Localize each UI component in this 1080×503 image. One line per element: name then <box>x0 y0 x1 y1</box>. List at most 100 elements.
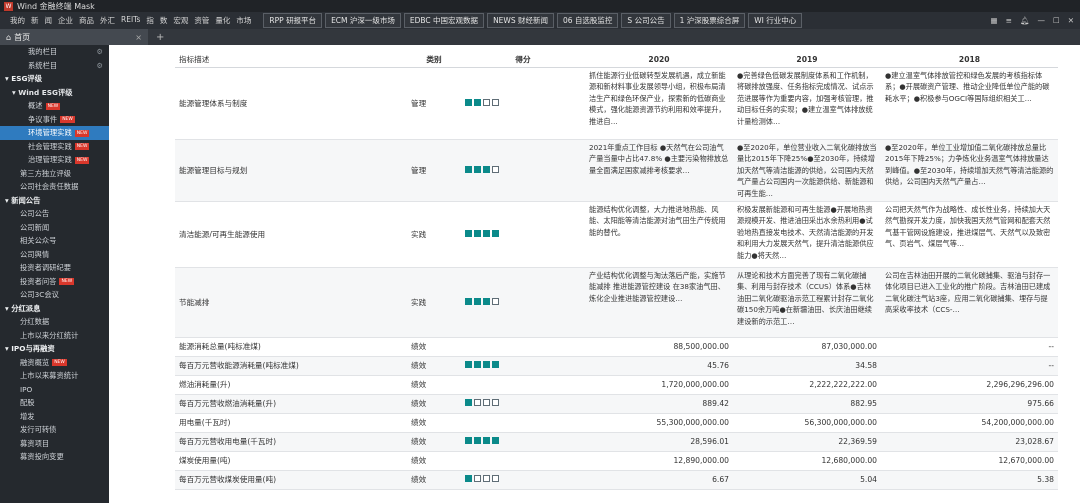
sidebar-item-label: 增发 <box>20 411 35 421</box>
menu-item[interactable]: REITs <box>121 15 140 26</box>
sidebar-item[interactable]: 环境管理实践 NEW <box>0 126 109 140</box>
menu-item[interactable]: 企业 <box>58 15 73 26</box>
sidebar-item[interactable]: 公司公告 <box>0 207 109 221</box>
sidebar-item[interactable]: 概述 NEW <box>0 99 109 113</box>
sidebar-item[interactable]: 第三方独立评级 <box>0 167 109 181</box>
menu-item[interactable]: 指 <box>146 15 154 26</box>
sidebar-item[interactable]: 募资投向变更 <box>0 450 109 464</box>
score-block <box>492 437 499 444</box>
score-block <box>474 399 481 406</box>
sidebar-item[interactable]: 系统栏目 ⚙ <box>0 59 109 73</box>
shortcut-button[interactable]: NEWS 财经新闻 <box>487 13 554 28</box>
category-cell: 绩效 <box>407 356 461 376</box>
header-2018[interactable]: 2018 <box>881 53 1058 68</box>
sidebar-item[interactable]: ▾ 分红派息 <box>0 302 109 316</box>
indicator-name: 每百万元营收能源消耗量(吨标准煤) <box>175 356 407 376</box>
gear-icon[interactable]: ⚙ <box>96 45 103 59</box>
new-badge: NEW <box>59 278 75 285</box>
sidebar-item[interactable]: ▾ 新闻公告 <box>0 194 109 208</box>
menu-item[interactable]: 新 <box>31 15 39 26</box>
shortcut-button[interactable]: EDBC 中国宏观数据 <box>403 13 485 28</box>
main-menu: 我的新闻企业 商品 外汇 REITs 指数宏观 资管 量化 市场 <box>0 15 251 26</box>
close-icon[interactable]: ✕ <box>1068 16 1074 25</box>
sidebar-item[interactable]: 公司舆情 <box>0 248 109 262</box>
menu-item[interactable]: 量化 <box>215 15 230 26</box>
sidebar-item[interactable]: 公司3C会议 <box>0 288 109 302</box>
sidebar-item-label: 募资投向变更 <box>20 452 64 461</box>
gear-icon[interactable]: ⚙ <box>96 59 103 73</box>
score-block <box>483 361 490 368</box>
sidebar-item[interactable]: ▾ ESG评级 <box>0 72 109 86</box>
value-cell-y2019: 22,369.59 <box>733 432 881 452</box>
sidebar-item[interactable]: IPO <box>0 383 109 397</box>
sidebar-item[interactable]: 公司社会责任数据 <box>0 180 109 194</box>
value-cell-y2020: 45.76 <box>585 356 733 376</box>
sidebar-item[interactable]: 我的栏目 ⚙ <box>0 45 109 59</box>
header-2020[interactable]: 2020 <box>585 53 733 68</box>
minimize-icon[interactable]: — <box>1037 16 1045 25</box>
table-row: 能源管理体系与制度 管理 抓住能源行业低碳转型发展机遇，成立新能源和新材料事业发展领… <box>175 67 1058 140</box>
menu-item[interactable]: 我的 <box>10 15 25 26</box>
main-content: 指标描述 类别 得分 2020 2019 2018 能源管理体系与制度 管理 抓住能… <box>109 45 1080 503</box>
sidebar-item[interactable]: 增发 <box>0 410 109 424</box>
shortcut-button[interactable]: S 公司公告 <box>621 13 671 28</box>
menu-item[interactable]: 数 <box>160 15 168 26</box>
score-cell <box>461 139 585 202</box>
shortcut-button[interactable]: RPP 研报平台 <box>263 13 323 28</box>
menu-icon[interactable]: ≡ <box>1006 16 1012 25</box>
sidebar-item[interactable]: ▾ IPO与再融资 <box>0 342 109 356</box>
sidebar-item[interactable]: 上市以来分红统计 <box>0 329 109 343</box>
sidebar-item[interactable]: 上市以来募资统计 <box>0 369 109 383</box>
value-cell-y2020: 6.67 <box>585 470 733 490</box>
description-text: 积极发展新能源和可再生能源●开展地热资源规模开发、推进油田采出水余热利用●试验地… <box>737 204 874 260</box>
sidebar-item[interactable]: 配股 <box>0 396 109 410</box>
grid-icon[interactable]: ▦ <box>991 16 998 25</box>
value-cell-y2019: 34.58 <box>733 356 881 376</box>
new-badge: NEW <box>60 116 75 123</box>
sidebar-item[interactable]: 争议事件 NEW <box>0 113 109 127</box>
menu-item[interactable]: 资管 <box>194 15 209 26</box>
menu-item[interactable]: 市场 <box>236 15 251 26</box>
menu-item[interactable]: 闻 <box>45 15 53 26</box>
sidebar-item[interactable]: 募资项目 <box>0 437 109 451</box>
sidebar-item[interactable]: 分红数据 <box>0 315 109 329</box>
header-category[interactable]: 类别 <box>407 53 461 68</box>
sidebar-item[interactable]: ▾ Wind ESG评级 <box>0 86 109 100</box>
new-tab-button[interactable]: + <box>156 32 164 43</box>
sidebar-item[interactable]: 社会管理实践 NEW <box>0 140 109 154</box>
score-bars <box>465 399 499 406</box>
shortcut-button[interactable]: WI 行业中心 <box>748 13 803 28</box>
sidebar-item[interactable]: 融资概览 NEW <box>0 356 109 370</box>
shortcut-button[interactable]: 1 沪深股票综合屏 <box>673 13 746 28</box>
category-cell: 绩效 <box>407 394 461 414</box>
shortcut-button[interactable]: ECM 沪深一级市场 <box>325 13 401 28</box>
maximize-icon[interactable]: ☐ <box>1053 16 1060 25</box>
header-2019[interactable]: 2019 <box>733 53 881 68</box>
sidebar-item[interactable]: 公司新闻 <box>0 221 109 235</box>
sidebar-item[interactable]: 投资者调研纪要 <box>0 261 109 275</box>
menu-item[interactable]: 外汇 <box>100 15 115 26</box>
score-cell <box>461 67 585 140</box>
value-cell-y2018: 23,028.67 <box>881 432 1058 452</box>
sidebar-item-label: 投资者调研纪要 <box>20 263 72 272</box>
sidebar-item-label: 发行可转债 <box>20 425 57 434</box>
score-block <box>474 361 481 368</box>
sidebar-item[interactable]: 治理管理实践 NEW <box>0 153 109 167</box>
close-tab-icon[interactable]: × <box>135 33 142 42</box>
menu-item[interactable]: 商品 <box>79 15 94 26</box>
value-cell-y2020: 12,890,000.00 <box>585 451 733 471</box>
sidebar-item[interactable]: 相关公众号 <box>0 234 109 248</box>
header-indicator[interactable]: 指标描述 <box>175 53 407 68</box>
bell-icon[interactable]: 🔔︎ <box>1020 16 1030 25</box>
table-row: 能源消耗总量(吨标准煤) 绩效 88,500,000.00 87,030,000.00… <box>175 337 1058 357</box>
sidebar-item[interactable]: 发行可转债 <box>0 423 109 437</box>
tab-home[interactable]: ⌂ 首页 × <box>0 29 148 45</box>
description-text: 能源结构优化调整，大力推进地热能、风能、太阳能等清洁能源对油气田生产传统用能的替… <box>589 204 726 237</box>
menu-item[interactable]: 宏观 <box>173 15 188 26</box>
sidebar-item[interactable]: 投资者问答 NEW <box>0 275 109 289</box>
sidebar-item-label: 相关公众号 <box>20 236 57 245</box>
category-cell: 绩效 <box>407 337 461 357</box>
shortcut-button[interactable]: 06 自选股监控 <box>556 13 619 28</box>
value-cell-y2019: 56,300,000,000.00 <box>733 413 881 433</box>
header-score[interactable]: 得分 <box>461 53 585 68</box>
